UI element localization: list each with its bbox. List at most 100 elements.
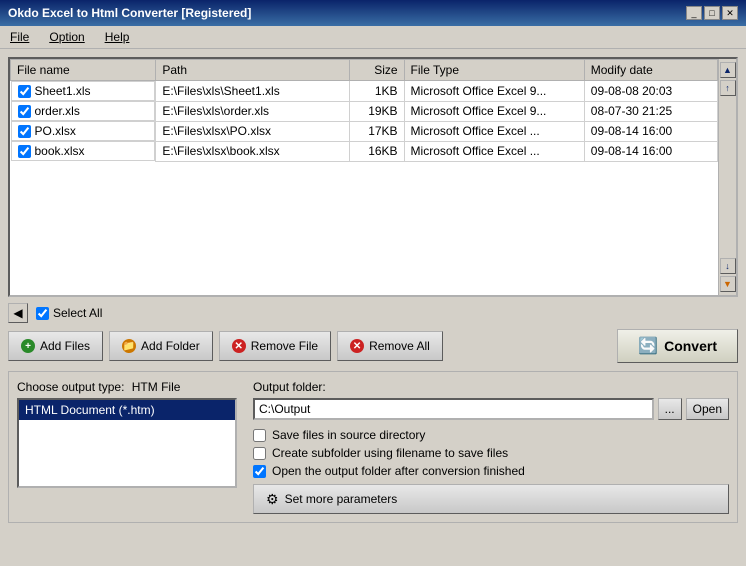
cell-filetype: Microsoft Office Excel 9... (404, 101, 584, 121)
file-panel: File name Path Size File Type Modify dat… (8, 57, 738, 297)
output-folder-label: Output folder: (253, 380, 729, 394)
filename-text: book.xlsx (35, 144, 85, 158)
close-button[interactable]: ✕ (722, 6, 738, 20)
back-button[interactable]: ◀ (8, 303, 28, 323)
add-folder-button[interactable]: 📁 Add Folder (109, 331, 213, 361)
add-folder-icon: 📁 (122, 339, 136, 353)
filename-text: order.xls (35, 104, 80, 118)
add-files-icon: + (21, 339, 35, 353)
cell-size: 16KB (350, 141, 404, 161)
add-files-button[interactable]: + Add Files (8, 331, 103, 361)
folder-input-row: ... Open (253, 398, 729, 420)
open-after-checkbox[interactable] (253, 465, 266, 478)
convert-label: Convert (664, 338, 717, 354)
cell-filename: book.xlsx (11, 141, 156, 161)
col-modified: Modify date (584, 60, 717, 81)
save-in-source-option[interactable]: Save files in source directory (253, 428, 729, 442)
file-checkbox-3[interactable] (18, 145, 31, 158)
create-subfolder-option[interactable]: Create subfolder using filename to save … (253, 446, 729, 460)
file-checkbox-2[interactable] (18, 125, 31, 138)
cell-path: E:\Files\xlsx\PO.xlsx (156, 121, 350, 141)
output-type-list: HTML Document (*.htm) (17, 398, 237, 488)
remove-all-button[interactable]: ✕ Remove All (337, 331, 443, 361)
remove-file-icon: ✕ (232, 339, 246, 353)
cell-filename: order.xls (11, 101, 156, 121)
cell-path: E:\Files\xlsx\book.xlsx (156, 141, 350, 161)
set-params-button[interactable]: ⚙ Set more parameters (253, 484, 729, 514)
bottom-panel: Choose output type: HTM File HTML Docume… (8, 371, 738, 523)
table-row[interactable]: Sheet1.xls E:\Files\xls\Sheet1.xls 1KB M… (11, 81, 718, 102)
table-row[interactable]: PO.xlsx E:\Files\xlsx\PO.xlsx 17KB Micro… (11, 121, 718, 141)
cell-modified: 08-07-30 21:25 (584, 101, 717, 121)
save-in-source-label: Save files in source directory (272, 428, 425, 442)
col-filename: File name (11, 60, 156, 81)
add-folder-label: Add Folder (141, 339, 200, 353)
filename-text: Sheet1.xls (35, 84, 91, 98)
options-section: Save files in source directory Create su… (253, 428, 729, 478)
main-content: File name Path Size File Type Modify dat… (0, 49, 746, 565)
menu-option[interactable]: Option (45, 29, 88, 45)
maximize-button[interactable]: □ (704, 6, 720, 20)
file-panel-bottom: ◀ Select All (8, 303, 738, 323)
output-type-label: Choose output type: HTM File (17, 380, 237, 394)
cell-filename: Sheet1.xls (11, 81, 156, 101)
col-size: Size (350, 60, 404, 81)
title-bar: Okdo Excel to Html Converter [Registered… (0, 0, 746, 26)
col-filetype: File Type (404, 60, 584, 81)
browse-button[interactable]: ... (658, 398, 682, 420)
convert-button[interactable]: 🔄 Convert (617, 329, 738, 363)
window-title: Okdo Excel to Html Converter [Registered… (8, 6, 251, 20)
set-params-label: Set more parameters (285, 492, 398, 506)
create-subfolder-label: Create subfolder using filename to save … (272, 446, 508, 460)
cell-filetype: Microsoft Office Excel 9... (404, 81, 584, 102)
remove-all-icon: ✕ (350, 339, 364, 353)
cell-size: 1KB (350, 81, 404, 102)
cell-modified: 09-08-14 16:00 (584, 141, 717, 161)
menu-file[interactable]: File (6, 29, 33, 45)
convert-icon: 🔄 (638, 336, 658, 356)
file-table-wrapper: File name Path Size File Type Modify dat… (10, 59, 718, 295)
scroll-bottom-button[interactable]: ▼ (720, 276, 736, 292)
scroll-top-button[interactable]: ▲ (720, 62, 736, 78)
gear-icon: ⚙ (266, 491, 279, 508)
col-path: Path (156, 60, 350, 81)
window-controls: _ □ ✕ (686, 6, 738, 20)
output-folder-section: Output folder: ... Open Save files in so… (253, 380, 729, 514)
scroll-down-button[interactable]: ↓ (720, 258, 736, 274)
cell-modified: 09-08-08 20:03 (584, 81, 717, 102)
cell-size: 17KB (350, 121, 404, 141)
table-row[interactable]: book.xlsx E:\Files\xlsx\book.xlsx 16KB M… (11, 141, 718, 161)
filename-text: PO.xlsx (35, 124, 76, 138)
open-folder-button[interactable]: Open (686, 398, 729, 420)
file-checkbox-1[interactable] (18, 105, 31, 118)
remove-all-label: Remove All (369, 339, 430, 353)
remove-file-button[interactable]: ✕ Remove File (219, 331, 331, 361)
cell-filetype: Microsoft Office Excel ... (404, 121, 584, 141)
cell-size: 19KB (350, 101, 404, 121)
scroll-buttons: ▲ ↑ ↓ ▼ (718, 59, 736, 295)
file-table: File name Path Size File Type Modify dat… (10, 59, 718, 162)
select-all-label[interactable]: Select All (36, 306, 102, 320)
output-path-input[interactable] (253, 398, 654, 420)
scroll-up-button[interactable]: ↑ (720, 80, 736, 96)
cell-filetype: Microsoft Office Excel ... (404, 141, 584, 161)
cell-path: E:\Files\xls\order.xls (156, 101, 350, 121)
create-subfolder-checkbox[interactable] (253, 447, 266, 460)
minimize-button[interactable]: _ (686, 6, 702, 20)
cell-modified: 09-08-14 16:00 (584, 121, 717, 141)
menu-help[interactable]: Help (101, 29, 134, 45)
add-files-label: Add Files (40, 339, 90, 353)
select-all-checkbox[interactable] (36, 307, 49, 320)
file-checkbox-0[interactable] (18, 85, 31, 98)
open-after-label: Open the output folder after conversion … (272, 464, 525, 478)
remove-file-label: Remove File (251, 339, 318, 353)
open-after-option[interactable]: Open the output folder after conversion … (253, 464, 729, 478)
select-all-text: Select All (53, 306, 102, 320)
table-row[interactable]: order.xls E:\Files\xls\order.xls 19KB Mi… (11, 101, 718, 121)
cell-filename: PO.xlsx (11, 121, 156, 141)
options-and-params: Save files in source directory Create su… (253, 428, 729, 514)
save-in-source-checkbox[interactable] (253, 429, 266, 442)
output-type-section: Choose output type: HTM File HTML Docume… (17, 380, 237, 514)
action-buttons: + Add Files 📁 Add Folder ✕ Remove File ✕… (8, 329, 738, 363)
output-type-item-htm[interactable]: HTML Document (*.htm) (19, 400, 235, 420)
